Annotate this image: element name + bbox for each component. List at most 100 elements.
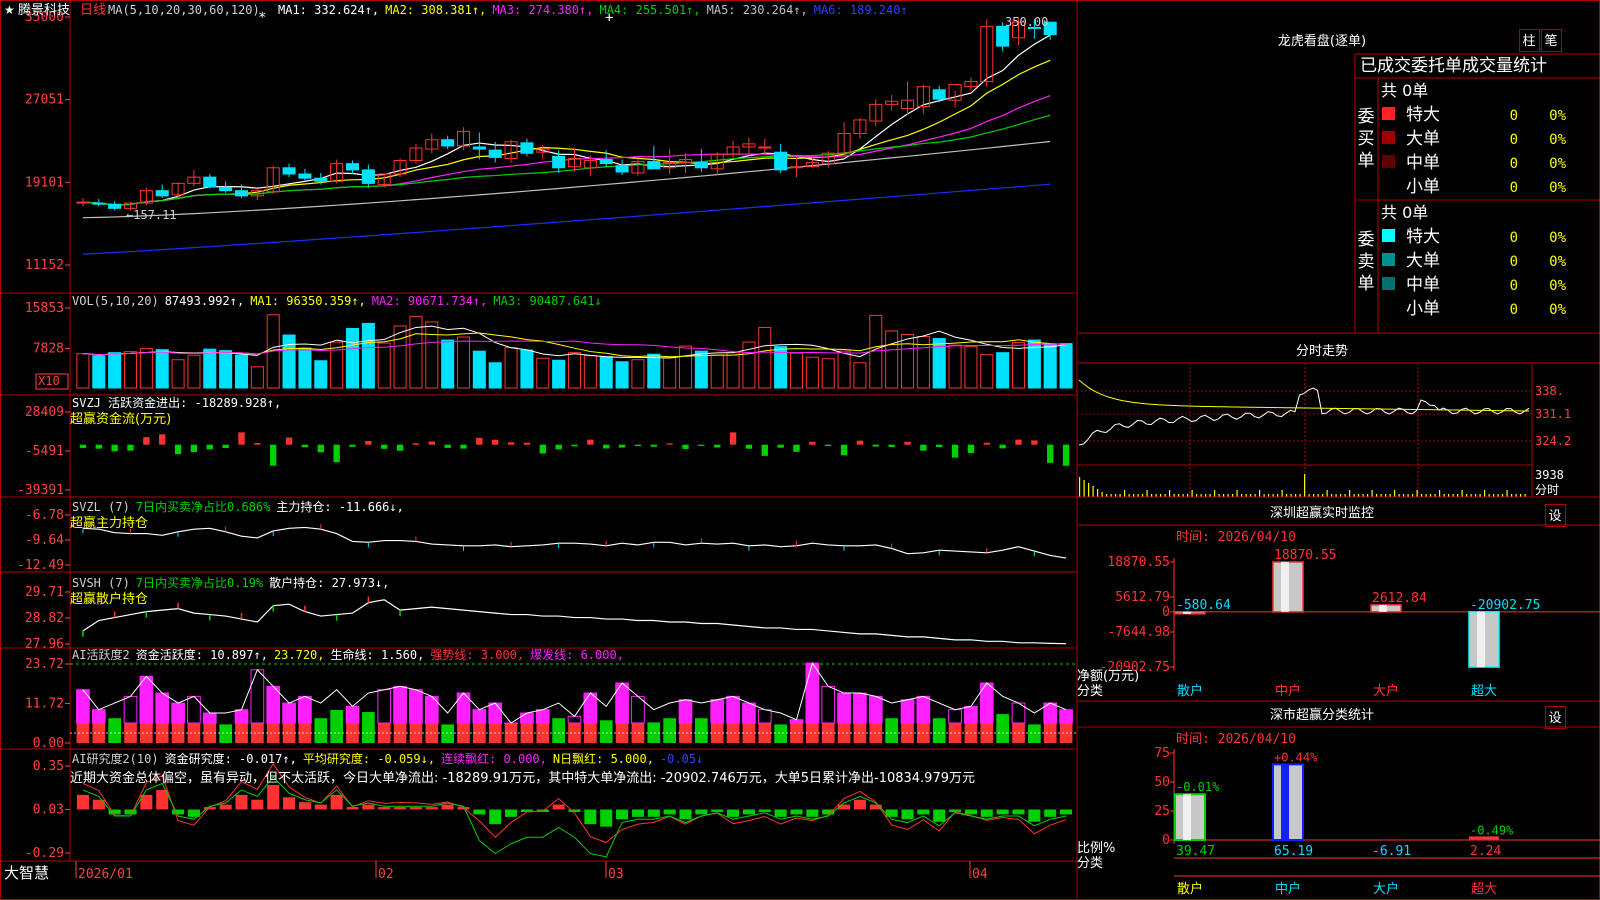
- ma-value-1: MA2: 308.381↑,: [385, 3, 486, 17]
- volume-bar: [203, 348, 217, 389]
- sell-order-row-percent: 0%: [1549, 278, 1566, 294]
- svsh-subtitle: 超赢散户持仓: [70, 591, 148, 607]
- volume-bar: [456, 336, 471, 389]
- activity-bar: [535, 709, 550, 724]
- activity-bar: [996, 714, 1009, 743]
- capital-flow-bar: [270, 444, 277, 466]
- activity-header-2: 23.720,: [274, 648, 325, 662]
- candle-body: [108, 203, 122, 209]
- activity-bar: [282, 702, 296, 724]
- activity-bar: [567, 715, 582, 724]
- candle-body: [789, 166, 804, 169]
- activity-bar: [123, 695, 138, 724]
- volume-bar: [726, 352, 740, 389]
- intraday-volume-bar: [1394, 490, 1396, 497]
- svsh-header-0: SVSH (7): [72, 576, 130, 590]
- svzj-subtitle: 超赢资金流(万元): [70, 411, 171, 427]
- classify-category: 大户: [1373, 881, 1399, 897]
- classify-y-unit: 比例%: [1077, 841, 1115, 856]
- intraday-volume-bar: [1461, 490, 1463, 497]
- ma1-line: [82, 34, 1051, 206]
- activity-bar: [742, 702, 756, 724]
- candle-body: [552, 155, 566, 169]
- ma-label: MA(5,10,20,30,60,120): [108, 3, 260, 17]
- activity-bar: [409, 689, 423, 724]
- sell-order-row-count: 0: [1510, 302, 1518, 318]
- research-bar: [251, 799, 264, 810]
- volume-bar: [885, 330, 899, 389]
- classify-bar-shine: [1183, 794, 1191, 840]
- vol-header-0: VOL(5,10,20): [72, 294, 159, 308]
- intraday-volume-bar: [1506, 490, 1508, 497]
- capital-flow-bar: [79, 444, 87, 449]
- sell-order-row-label: 小单: [1406, 299, 1440, 319]
- volume-bar: [330, 341, 344, 389]
- candle-body: [520, 142, 534, 154]
- capital-flow-bar: [872, 444, 879, 447]
- capital-flow-bar: [777, 444, 784, 448]
- classify-value: -6.91: [1372, 844, 1411, 859]
- research-bar: [362, 804, 375, 810]
- research-bar: [1060, 809, 1073, 815]
- activity-base-bar: [235, 723, 248, 743]
- buy-order-row-percent: 0%: [1549, 180, 1566, 196]
- research-bar: [679, 809, 692, 820]
- svzl-subtitle: 超赢主力持仓: [70, 515, 148, 531]
- research-bar: [409, 807, 422, 810]
- candle-body: [441, 139, 455, 147]
- activity-bar: [393, 685, 407, 724]
- volume-bar: [171, 359, 185, 389]
- capital-flow-bar: [888, 444, 895, 447]
- capital-flow-bar: [159, 434, 166, 445]
- research-bar: [584, 809, 597, 825]
- classify-bar-shine: [1281, 764, 1289, 840]
- capital-flow-bar: [238, 432, 245, 445]
- research-bar: [76, 794, 89, 810]
- main-holding-line: [82, 526, 1067, 559]
- volume-bar: [314, 360, 328, 389]
- capital-flow-bar: [825, 444, 832, 447]
- svzj-header-0: SVZJ 活跃资金进出: -18289.928↑,: [72, 395, 281, 410]
- sell-order-row-count: 0: [1510, 254, 1518, 270]
- buy-order-row-count: 0: [1510, 108, 1518, 124]
- activity-header-3: 生命线: 1.560,: [331, 647, 425, 662]
- svsh-header-2: 散户持仓: 27.973↓,: [269, 575, 389, 590]
- monitor-value: 2612.84: [1372, 591, 1427, 606]
- research-bar: [885, 809, 898, 817]
- volume-bar: [980, 354, 994, 389]
- research-header-1: 资金研究度: -0.017↑,: [165, 751, 297, 766]
- capital-flow-bar: [682, 444, 689, 449]
- capital-flow-bar: [523, 442, 531, 445]
- activity-bar: [314, 718, 328, 743]
- realtime-monitor-tick: 18870.55: [1107, 555, 1170, 570]
- sell-order-row-total: 共 0单: [1381, 203, 1428, 222]
- candle-body: [615, 165, 629, 173]
- column-mode-label[interactable]: 柱: [1522, 34, 1535, 49]
- activity-base-bar: [710, 723, 724, 743]
- research-bar: [790, 809, 803, 815]
- capital-flow-bar: [951, 444, 959, 458]
- candle-body: [92, 202, 106, 205]
- realtime-monitor-settings-label[interactable]: 设: [1548, 509, 1561, 524]
- buy-order-row-label: 大单: [1406, 129, 1440, 149]
- capital-flow-bar: [793, 444, 800, 452]
- sell-side-label: 委: [1358, 230, 1375, 250]
- favorite-star-icon[interactable]: ★: [4, 3, 15, 17]
- volume-bar: [361, 322, 375, 389]
- sell-order-row-color-swatch: [1382, 229, 1395, 242]
- research-bar: [219, 804, 232, 810]
- activity-bar: [330, 709, 343, 743]
- ma5-line: [82, 140, 1051, 219]
- capital-flow-bar: [285, 437, 293, 445]
- volume-bar: [92, 355, 106, 389]
- svsh-axis-tick: 28.82: [25, 611, 64, 626]
- research-bar: [758, 809, 771, 812]
- capital-flow-bar: [1062, 444, 1070, 466]
- research-bar: [425, 807, 438, 810]
- activity-axis-tick: 11.72: [25, 697, 64, 712]
- volume-bar: [219, 350, 233, 389]
- classify-stats-settings-label[interactable]: 设: [1548, 711, 1561, 726]
- monitor-value: 18870.55: [1274, 548, 1337, 563]
- activity-bar: [583, 692, 598, 724]
- tick-mode-label[interactable]: 笔: [1544, 33, 1557, 49]
